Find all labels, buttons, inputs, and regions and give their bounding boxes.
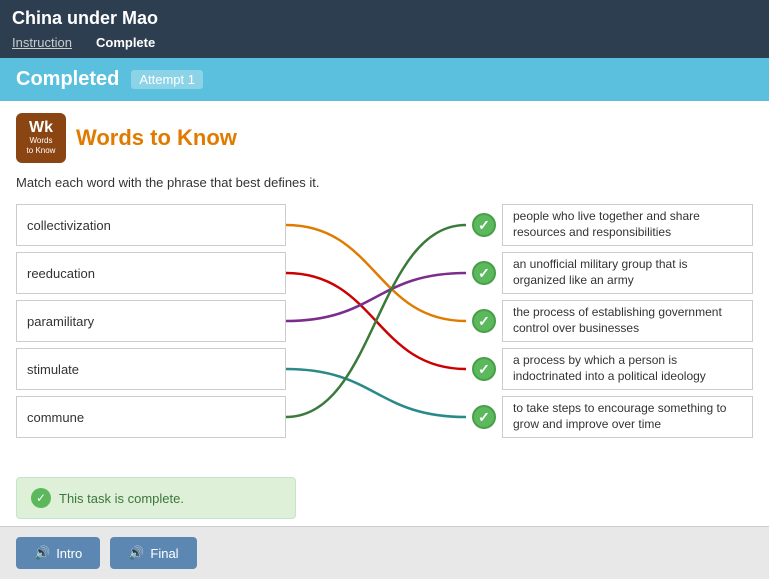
intro-button[interactable]: 🔊 Intro	[16, 537, 100, 569]
words-header: Wk Wordsto Know Words to Know	[16, 113, 753, 163]
def-paramilitary[interactable]: an unofficial military group that is org…	[502, 252, 753, 294]
app-title: China under Mao	[12, 8, 757, 29]
words-to-know-title: Words to Know	[76, 125, 237, 151]
speaker-icon-2: 🔊	[128, 545, 144, 561]
task-complete-text: This task is complete.	[59, 491, 184, 506]
word-stimulate[interactable]: stimulate	[16, 348, 286, 390]
nav-instruction[interactable]: Instruction	[0, 31, 84, 54]
check-column: ✓ ✓ ✓ ✓ ✓	[466, 204, 502, 465]
logo-top: Wk	[29, 120, 53, 136]
def-reeducation[interactable]: a process by which a person is indoctrin…	[502, 348, 753, 390]
final-label: Final	[150, 546, 178, 561]
logo-bottom: Wordsto Know	[27, 136, 56, 155]
def-collectivization[interactable]: the process of establishing government c…	[502, 300, 753, 342]
nav-complete[interactable]: Complete	[84, 31, 167, 54]
word-commune[interactable]: commune	[16, 396, 286, 438]
intro-label: Intro	[56, 546, 82, 561]
word-reeducation[interactable]: reeducation	[16, 252, 286, 294]
bottom-bar: 🔊 Intro 🔊 Final	[0, 526, 769, 579]
right-defs-column: people who live together and share resou…	[502, 204, 753, 465]
check-5: ✓	[470, 396, 498, 438]
connection-lines	[286, 204, 466, 462]
matching-area: collectivization reeducation paramilitar…	[16, 204, 753, 465]
completed-label: Completed	[16, 68, 119, 91]
content-area: Wk Wordsto Know Words to Know Match each…	[0, 101, 769, 539]
instruction-text: Match each word with the phrase that bes…	[16, 175, 753, 190]
left-words-column: collectivization reeducation paramilitar…	[16, 204, 286, 465]
word-collectivization[interactable]: collectivization	[16, 204, 286, 246]
attempt-badge: Attempt 1	[131, 70, 203, 89]
check-3: ✓	[470, 300, 498, 342]
check-4: ✓	[470, 348, 498, 390]
check-2: ✓	[470, 252, 498, 294]
task-complete-box: ✓ This task is complete.	[16, 477, 296, 519]
task-check-icon: ✓	[31, 488, 51, 508]
def-stimulate[interactable]: to take steps to encourage something to …	[502, 396, 753, 438]
def-commune[interactable]: people who live together and share resou…	[502, 204, 753, 246]
lines-area	[286, 204, 466, 465]
title-bar: China under Mao Instruction Complete	[0, 0, 769, 58]
check-1: ✓	[470, 204, 498, 246]
final-button[interactable]: 🔊 Final	[110, 537, 196, 569]
speaker-icon: 🔊	[34, 545, 50, 561]
completed-bar: Completed Attempt 1	[0, 58, 769, 101]
word-paramilitary[interactable]: paramilitary	[16, 300, 286, 342]
words-logo: Wk Wordsto Know	[16, 113, 66, 163]
